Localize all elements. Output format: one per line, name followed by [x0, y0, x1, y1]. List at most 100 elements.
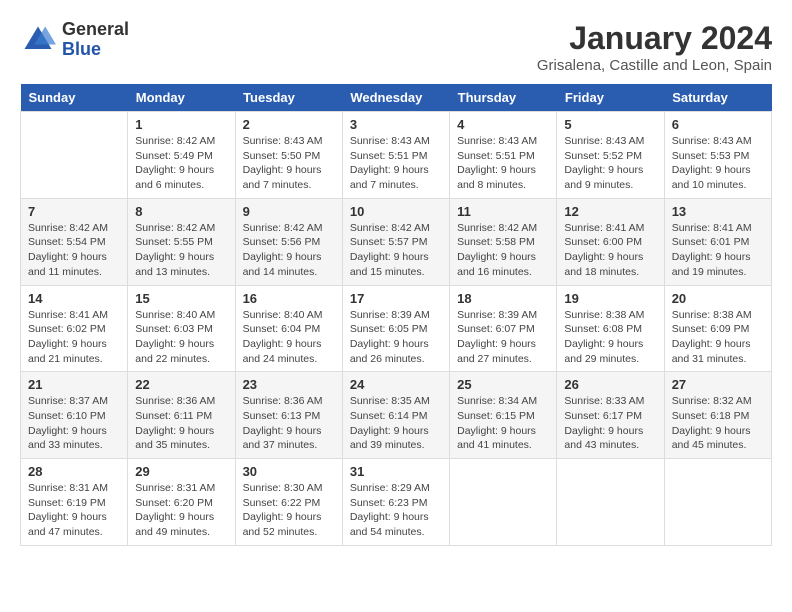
day-number: 12	[564, 204, 656, 219]
day-number: 16	[243, 291, 335, 306]
day-number: 30	[243, 464, 335, 479]
calendar-cell: 24Sunrise: 8:35 AMSunset: 6:14 PMDayligh…	[342, 372, 449, 459]
day-number: 4	[457, 117, 549, 132]
cell-details: Sunrise: 8:39 AMSunset: 6:07 PMDaylight:…	[457, 308, 549, 367]
calendar-cell: 28 Sunrise: 8:31 AMSunset: 6:19 PMDayligh…	[21, 459, 128, 546]
cell-details: Sunrise: 8:38 AMSunset: 6:08 PMDaylight:…	[564, 308, 656, 367]
cell-details: Sunrise: 8:32 AMSunset: 6:18 PMDaylight:…	[672, 394, 764, 453]
calendar-cell: 2Sunrise: 8:43 AMSunset: 5:50 PMDaylight…	[235, 112, 342, 199]
col-header-sunday: Sunday	[21, 84, 128, 112]
cell-details: Sunrise: 8:37 AMSunset: 6:10 PMDaylight:…	[28, 394, 120, 453]
calendar-cell: 20 Sunrise: 8:38 AMSunset: 6:09 PMDayligh…	[664, 285, 771, 372]
cell-details: Sunrise: 8:43 AMSunset: 5:51 PMDaylight:…	[457, 134, 549, 193]
calendar-cell: 9Sunrise: 8:42 AMSunset: 5:56 PMDaylight…	[235, 198, 342, 285]
cell-details: Sunrise: 8:31 AMSunset: 6:19 PMDaylight:…	[28, 481, 120, 540]
calendar-cell: 4 Sunrise: 8:43 AMSunset: 5:51 PMDaylight…	[450, 112, 557, 199]
day-number: 26	[564, 377, 656, 392]
cell-details: Sunrise: 8:36 AMSunset: 6:11 PMDaylight:…	[135, 394, 227, 453]
cell-details: Sunrise: 8:42 AMSunset: 5:55 PMDaylight:…	[135, 221, 227, 280]
day-number: 18	[457, 291, 549, 306]
day-number: 31	[350, 464, 442, 479]
calendar-cell	[450, 459, 557, 546]
calendar-cell: 30 Sunrise: 8:30 AMSunset: 6:22 PMDayligh…	[235, 459, 342, 546]
day-number: 23	[243, 377, 335, 392]
calendar-cell: 15Sunrise: 8:40 AMSunset: 6:03 PMDayligh…	[128, 285, 235, 372]
col-header-thursday: Thursday	[450, 84, 557, 112]
calendar-cell: 12 Sunrise: 8:41 AMSunset: 6:00 PMDayligh…	[557, 198, 664, 285]
cell-details: Sunrise: 8:41 AMSunset: 6:00 PMDaylight:…	[564, 221, 656, 280]
calendar-cell: 13 Sunrise: 8:41 AMSunset: 6:01 PMDayligh…	[664, 198, 771, 285]
day-number: 21	[28, 377, 120, 392]
cell-details: Sunrise: 8:41 AMSunset: 6:01 PMDaylight:…	[672, 221, 764, 280]
calendar-cell: 21 Sunrise: 8:37 AMSunset: 6:10 PMDayligh…	[21, 372, 128, 459]
calendar-cell: 31Sunrise: 8:29 AMSunset: 6:23 PMDayligh…	[342, 459, 449, 546]
col-header-saturday: Saturday	[664, 84, 771, 112]
calendar-cell: 17Sunrise: 8:39 AMSunset: 6:05 PMDayligh…	[342, 285, 449, 372]
day-number: 17	[350, 291, 442, 306]
day-number: 27	[672, 377, 764, 392]
cell-details: Sunrise: 8:42 AMSunset: 5:49 PMDaylight:…	[135, 134, 227, 193]
title-area: January 2024 Grisalena, Castille and Leo…	[537, 20, 772, 74]
day-number: 19	[564, 291, 656, 306]
calendar-header-row: SundayMondayTuesdayWednesdayThursdayFrid…	[21, 84, 772, 112]
calendar-cell: 6 Sunrise: 8:43 AMSunset: 5:53 PMDaylight…	[664, 112, 771, 199]
day-number: 8	[135, 204, 227, 219]
cell-details: Sunrise: 8:43 AMSunset: 5:53 PMDaylight:…	[672, 134, 764, 193]
calendar-week-2: 7Sunrise: 8:42 AMSunset: 5:54 PMDaylight…	[21, 198, 772, 285]
calendar-table: SundayMondayTuesdayWednesdayThursdayFrid…	[20, 84, 772, 546]
calendar-week-4: 21 Sunrise: 8:37 AMSunset: 6:10 PMDayligh…	[21, 372, 772, 459]
day-number: 1	[135, 117, 227, 132]
calendar-cell	[664, 459, 771, 546]
cell-details: Sunrise: 8:30 AMSunset: 6:22 PMDaylight:…	[243, 481, 335, 540]
col-header-friday: Friday	[557, 84, 664, 112]
cell-details: Sunrise: 8:31 AMSunset: 6:20 PMDaylight:…	[135, 481, 227, 540]
calendar-cell: 11 Sunrise: 8:42 AMSunset: 5:58 PMDayligh…	[450, 198, 557, 285]
cell-details: Sunrise: 8:38 AMSunset: 6:09 PMDaylight:…	[672, 308, 764, 367]
cell-details: Sunrise: 8:43 AMSunset: 5:50 PMDaylight:…	[243, 134, 335, 193]
calendar-cell: 29Sunrise: 8:31 AMSunset: 6:20 PMDayligh…	[128, 459, 235, 546]
day-number: 3	[350, 117, 442, 132]
cell-details: Sunrise: 8:42 AMSunset: 5:58 PMDaylight:…	[457, 221, 549, 280]
calendar-cell	[21, 112, 128, 199]
page-header: General Blue January 2024 Grisalena, Cas…	[20, 20, 772, 74]
calendar-cell: 7Sunrise: 8:42 AMSunset: 5:54 PMDaylight…	[21, 198, 128, 285]
day-number: 10	[350, 204, 442, 219]
cell-details: Sunrise: 8:43 AMSunset: 5:52 PMDaylight:…	[564, 134, 656, 193]
calendar-cell: 23 Sunrise: 8:36 AMSunset: 6:13 PMDayligh…	[235, 372, 342, 459]
day-number: 15	[135, 291, 227, 306]
calendar-week-3: 14 Sunrise: 8:41 AMSunset: 6:02 PMDayligh…	[21, 285, 772, 372]
col-header-wednesday: Wednesday	[342, 84, 449, 112]
day-number: 20	[672, 291, 764, 306]
col-header-tuesday: Tuesday	[235, 84, 342, 112]
calendar-cell: 8 Sunrise: 8:42 AMSunset: 5:55 PMDaylight…	[128, 198, 235, 285]
day-number: 28	[28, 464, 120, 479]
cell-details: Sunrise: 8:41 AMSunset: 6:02 PMDaylight:…	[28, 308, 120, 367]
col-header-monday: Monday	[128, 84, 235, 112]
calendar-week-5: 28 Sunrise: 8:31 AMSunset: 6:19 PMDayligh…	[21, 459, 772, 546]
cell-details: Sunrise: 8:33 AMSunset: 6:17 PMDaylight:…	[564, 394, 656, 453]
cell-details: Sunrise: 8:34 AMSunset: 6:15 PMDaylight:…	[457, 394, 549, 453]
day-number: 13	[672, 204, 764, 219]
calendar-cell: 5Sunrise: 8:43 AMSunset: 5:52 PMDaylight…	[557, 112, 664, 199]
calendar-cell: 19 Sunrise: 8:38 AMSunset: 6:08 PMDayligh…	[557, 285, 664, 372]
calendar-cell: 1 Sunrise: 8:42 AMSunset: 5:49 PMDaylight…	[128, 112, 235, 199]
day-number: 11	[457, 204, 549, 219]
day-number: 14	[28, 291, 120, 306]
logo: General Blue	[20, 20, 129, 60]
day-number: 25	[457, 377, 549, 392]
calendar-cell	[557, 459, 664, 546]
subtitle: Grisalena, Castille and Leon, Spain	[537, 57, 772, 74]
day-number: 22	[135, 377, 227, 392]
main-title: January 2024	[537, 20, 772, 57]
calendar-cell: 14 Sunrise: 8:41 AMSunset: 6:02 PMDayligh…	[21, 285, 128, 372]
calendar-cell: 22 Sunrise: 8:36 AMSunset: 6:11 PMDayligh…	[128, 372, 235, 459]
calendar-cell: 3Sunrise: 8:43 AMSunset: 5:51 PMDaylight…	[342, 112, 449, 199]
cell-details: Sunrise: 8:36 AMSunset: 6:13 PMDaylight:…	[243, 394, 335, 453]
day-number: 24	[350, 377, 442, 392]
calendar-week-1: 1 Sunrise: 8:42 AMSunset: 5:49 PMDaylight…	[21, 112, 772, 199]
calendar-cell: 27 Sunrise: 8:32 AMSunset: 6:18 PMDayligh…	[664, 372, 771, 459]
cell-details: Sunrise: 8:42 AMSunset: 5:56 PMDaylight:…	[243, 221, 335, 280]
logo-icon	[20, 22, 56, 58]
day-number: 6	[672, 117, 764, 132]
logo-general-text: General	[62, 20, 129, 40]
